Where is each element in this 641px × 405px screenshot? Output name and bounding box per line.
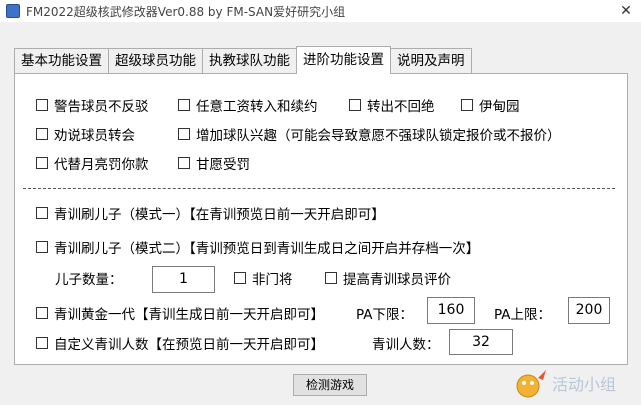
checkbox-non-goalkeeper[interactable]: 非门将 [234,268,293,288]
app-window: FM2022超级核武修改器Ver0.88 by FM-SAN爱好研究小组 ✕ 基… [0,0,641,405]
checkbox-label: 任意工资转入和续约 [196,99,318,115]
checkbox-box[interactable] [234,272,246,284]
checkbox-label: 非门将 [252,272,293,288]
tab-strip: 基本功能设置 超级球员功能 执教球队功能 进阶功能设置 说明及声明 [14,46,472,74]
checkbox-label: 警告球员不反驳 [54,99,149,115]
checkbox-box[interactable] [36,128,48,140]
youth-count-input[interactable]: 32 [449,329,513,355]
checkbox-youth-mode2[interactable]: 青训刷儿子（模式二）【青训预览日到青训生成日之间开启并存档一次】 [36,237,479,257]
checkbox-any-wage[interactable]: 任意工资转入和续约 [178,95,318,115]
checkbox-box[interactable] [36,337,48,349]
checkbox-accept-penalty[interactable]: 甘愿受罚 [178,153,250,173]
title-bar[interactable]: FM2022超级核武修改器Ver0.88 by FM-SAN爱好研究小组 ✕ [0,0,641,22]
checkbox-box[interactable] [36,241,48,253]
advanced-settings-panel: 警告球员不反驳 任意工资转入和续约 转出不回绝 伊甸园 劝说球员转会 增加球队兴… [14,73,628,365]
pa-max-input[interactable]: 200 [568,297,610,324]
checkbox-label: 青训刷儿子（模式一）【在青训预览日前一天开启即可】 [54,207,385,223]
checkbox-label: 自定义青训人数【在预览日前一天开启即可】 [54,337,324,353]
checkbox-box[interactable] [36,157,48,169]
window-title: FM2022超级核武修改器Ver0.88 by FM-SAN爱好研究小组 [26,4,346,19]
tab-super-player[interactable]: 超级球员功能 [108,48,203,73]
pa-min-input[interactable]: 160 [427,297,475,324]
tab-coach-team[interactable]: 执教球队功能 [202,48,297,73]
detect-game-button[interactable]: 检测游戏 [293,374,367,396]
checkbox-label: 转出不回绝 [367,99,435,115]
checkbox-persuade-transfer[interactable]: 劝说球员转会 [36,124,135,144]
checkbox-label: 增加球队兴趣（可能会导致意愿不强球队锁定报价或不报价） [196,128,561,144]
son-count-label: 儿子数量： [55,272,123,288]
checkbox-youth-mode1[interactable]: 青训刷儿子（模式一）【在青训预览日前一天开启即可】 [36,203,385,223]
watermark-text: 活动小组 [552,375,616,394]
close-button[interactable]: ✕ [615,2,637,20]
checkbox-box[interactable] [178,157,190,169]
checkbox-box[interactable] [349,99,361,111]
pa-max-label: PA上限： [494,307,552,323]
checkbox-label: 青训黄金一代【青训生成日前一天开启即可】 [54,307,324,323]
checkbox-label: 代替月亮罚你款 [54,157,149,173]
checkbox-box[interactable] [461,99,473,111]
tab-about[interactable]: 说明及声明 [390,48,472,73]
tab-advanced[interactable]: 进阶功能设置 [296,46,391,74]
checkbox-custom-youth-count[interactable]: 自定义青训人数【在预览日前一天开启即可】 [36,333,324,353]
app-icon [6,4,20,18]
tab-basic[interactable]: 基本功能设置 [14,48,109,73]
pa-min-label: PA下限： [356,307,414,323]
son-count-input[interactable]: 1 [152,266,215,293]
checkbox-box[interactable] [36,307,48,319]
checkbox-golden-generation[interactable]: 青训黄金一代【青训生成日前一天开启即可】 [36,303,324,323]
checkbox-label: 伊甸园 [479,99,520,115]
checkbox-box[interactable] [36,207,48,219]
checkbox-label: 提高青训球员评价 [343,272,451,288]
checkbox-box[interactable] [36,99,48,111]
dashed-divider [23,188,615,189]
checkbox-box[interactable] [178,128,190,140]
youth-count-label: 青训人数： [372,337,440,353]
checkbox-team-interest[interactable]: 增加球队兴趣（可能会导致意愿不强球队锁定报价或不报价） [178,124,561,144]
watermark-logo: 活动小组 [516,370,616,398]
checkbox-pay-fine[interactable]: 代替月亮罚你款 [36,153,149,173]
checkbox-transfer-no-refuse[interactable]: 转出不回绝 [349,95,435,115]
checkbox-improve-youth-rating[interactable]: 提高青训球员评价 [325,268,451,288]
checkbox-box[interactable] [178,99,190,111]
checkbox-box[interactable] [325,272,337,284]
checkbox-label: 甘愿受罚 [196,157,250,173]
checkbox-label: 青训刷儿子（模式二）【青训预览日到青训生成日之间开启并存档一次】 [54,241,480,257]
checkbox-no-rebuttal[interactable]: 警告球员不反驳 [36,95,149,115]
checkbox-label: 劝说球员转会 [54,128,135,144]
checkbox-eden[interactable]: 伊甸园 [461,95,520,115]
